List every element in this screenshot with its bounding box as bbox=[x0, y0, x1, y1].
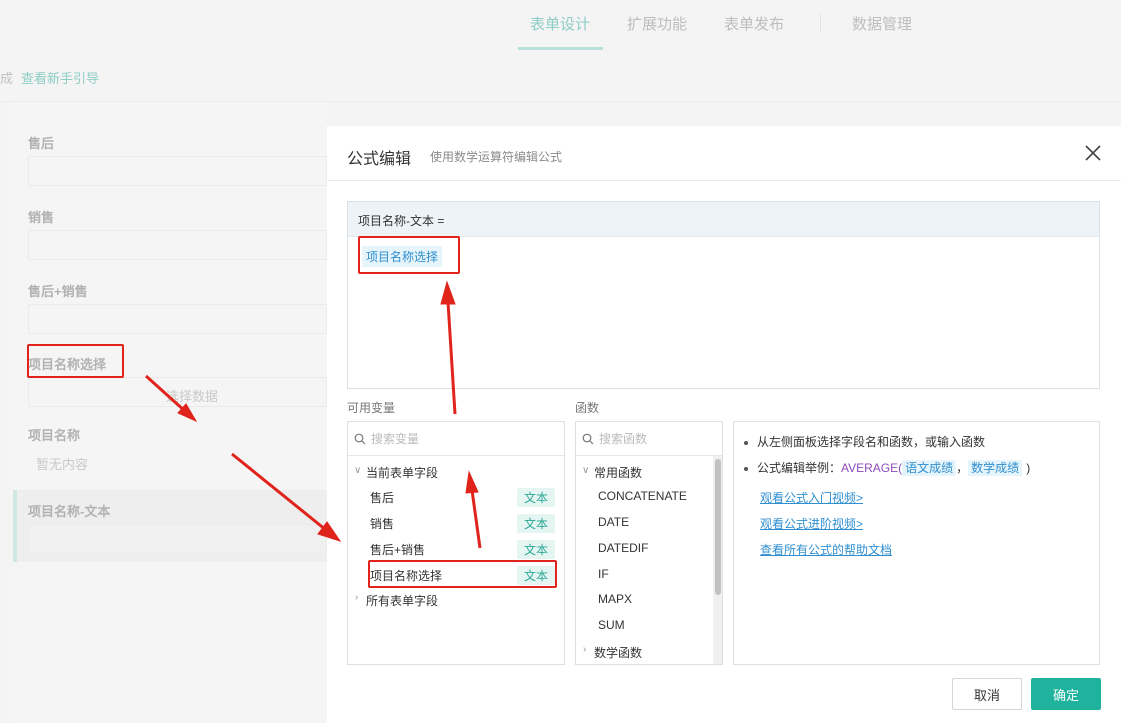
help-link-docs[interactable]: 查看所有公式的帮助文档 bbox=[760, 541, 892, 558]
variable-search-input[interactable]: 搜索变量 bbox=[348, 422, 564, 456]
guide-prefix-text: 成 bbox=[0, 71, 14, 86]
function-search-input[interactable]: 搜索函数 bbox=[576, 422, 722, 456]
annotation-box-formula-chip bbox=[358, 236, 460, 274]
variable-item-after-sales-plus-sales[interactable]: 售后+销售 bbox=[370, 541, 425, 558]
field-input-project-name-text[interactable] bbox=[28, 524, 327, 554]
field-label-project-name-text: 项目名称-文本 bbox=[28, 504, 111, 519]
search-icon bbox=[582, 433, 594, 444]
functions-scrollbar-thumb[interactable] bbox=[715, 459, 721, 595]
dialog-title: 公式编辑 bbox=[347, 151, 412, 168]
variable-type-badge: 文本 bbox=[516, 540, 555, 559]
annotation-box-variable-item bbox=[368, 560, 557, 588]
help-example: 公式编辑举例：AVERAGE(语文成绩，数学成绩) bbox=[744, 459, 1030, 476]
cancel-button[interactable]: 取消 bbox=[952, 678, 1022, 710]
guide-link[interactable]: 查看新手引导 bbox=[21, 68, 99, 87]
variables-panel: 搜索变量 ∨ 当前表单字段 售后 文本 销售 文本 售后+销售 文本 项目名称选… bbox=[347, 421, 565, 665]
selected-field-indicator bbox=[13, 490, 17, 562]
project-name-empty-text: 暂无内容 bbox=[36, 457, 89, 472]
function-item[interactable]: DATE bbox=[598, 515, 629, 529]
confirm-button[interactable]: 确定 bbox=[1031, 678, 1101, 710]
field-label-after-sales: 售后 bbox=[28, 136, 55, 151]
group-current-fields[interactable]: 当前表单字段 bbox=[366, 464, 438, 481]
field-label-after-sales-plus-sales: 售后+销售 bbox=[28, 284, 88, 299]
function-item[interactable]: IF bbox=[598, 567, 609, 581]
field-label-project-name: 项目名称 bbox=[28, 428, 81, 443]
help-link-advanced-video[interactable]: 观看公式进阶视频> bbox=[760, 515, 863, 532]
field-input-sales[interactable] bbox=[28, 230, 327, 260]
tab-form-design[interactable]: 表单设计 bbox=[530, 13, 590, 34]
dialog-header: 公式编辑 使用数学运算符编辑公式 bbox=[327, 126, 1121, 181]
tab-extensions[interactable]: 扩展功能 bbox=[627, 13, 687, 34]
variables-section-label: 可用变量 bbox=[347, 401, 396, 415]
dialog-subtitle: 使用数学运算符编辑公式 bbox=[430, 150, 563, 164]
variable-type-badge: 文本 bbox=[516, 488, 555, 507]
nav-divider bbox=[820, 14, 821, 32]
tab-form-publish[interactable]: 表单发布 bbox=[724, 13, 784, 34]
close-icon[interactable] bbox=[1082, 142, 1104, 164]
chevron-down-icon[interactable]: ∨ bbox=[582, 465, 589, 476]
tab-data-management[interactable]: 数据管理 bbox=[852, 13, 912, 34]
help-panel: 从左侧面板选择字段名和函数，或输入函数 公式编辑举例：AVERAGE(语文成绩，… bbox=[733, 421, 1100, 665]
formula-target-field: 项目名称-文本 = bbox=[348, 202, 1099, 237]
field-input-after-sales[interactable] bbox=[28, 156, 327, 186]
group-all-fields[interactable]: 所有表单字段 bbox=[366, 592, 438, 609]
project-select-placeholder: 选择数据 bbox=[166, 389, 219, 404]
variable-search-placeholder: 搜索变量 bbox=[371, 432, 420, 446]
chevron-down-icon[interactable]: ∨ bbox=[354, 465, 361, 476]
function-item[interactable]: DATEDIF bbox=[598, 541, 648, 555]
top-navigation: 表单设计 扩展功能 表单发布 数据管理 bbox=[0, 0, 1121, 52]
functions-section-label: 函数 bbox=[575, 401, 600, 415]
field-label-sales: 销售 bbox=[28, 210, 55, 225]
functions-panel: 搜索函数 ∨ 常用函数 CONCATENATE DATE DATEDIF IF … bbox=[575, 421, 723, 665]
group-math-functions[interactable]: 数学函数 bbox=[594, 644, 642, 661]
chevron-right-icon[interactable]: › bbox=[355, 592, 358, 603]
function-item[interactable]: CONCATENATE bbox=[598, 489, 687, 503]
formula-editor-dialog: 公式编辑 使用数学运算符编辑公式 项目名称-文本 = 项目名称选择 可用变量 函… bbox=[327, 126, 1121, 723]
help-instruction: 从左侧面板选择字段名和函数，或输入函数 bbox=[744, 433, 985, 450]
function-item[interactable]: SUM bbox=[598, 618, 625, 632]
chevron-right-icon[interactable]: › bbox=[583, 644, 586, 655]
variable-item-after-sales[interactable]: 售后 bbox=[370, 489, 394, 506]
active-tab-indicator bbox=[518, 47, 603, 50]
variable-type-badge: 文本 bbox=[516, 514, 555, 533]
variable-item-sales[interactable]: 销售 bbox=[370, 515, 394, 532]
formula-editor[interactable]: 项目名称-文本 = 项目名称选择 bbox=[347, 201, 1100, 389]
search-icon bbox=[354, 433, 366, 444]
help-link-intro-video[interactable]: 观看公式入门视频> bbox=[760, 489, 863, 506]
form-canvas bbox=[13, 102, 327, 723]
function-item[interactable]: MAPX bbox=[598, 592, 632, 606]
function-search-placeholder: 搜索函数 bbox=[599, 432, 648, 446]
annotation-box-form-field bbox=[27, 344, 124, 378]
group-common-functions[interactable]: 常用函数 bbox=[594, 464, 642, 481]
field-input-after-sales-plus-sales[interactable] bbox=[28, 304, 327, 334]
